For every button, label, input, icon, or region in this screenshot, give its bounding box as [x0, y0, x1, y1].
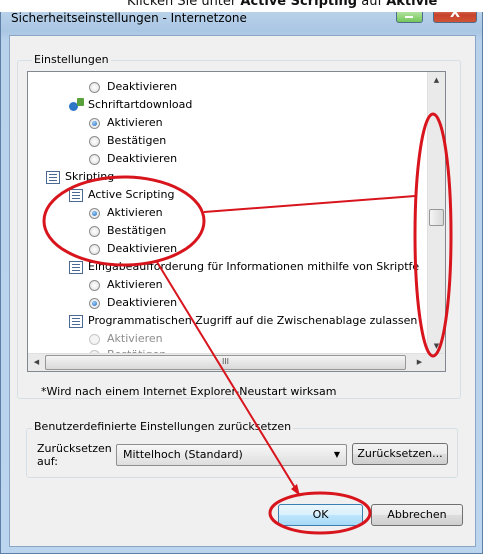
radio-button[interactable] [89, 207, 100, 219]
settings-list-icon [69, 260, 83, 274]
tree-option[interactable]: Deaktivieren [89, 240, 177, 258]
tree-category: Active Scripting [69, 186, 174, 204]
caption-bold-setting: Active Scripting [240, 0, 358, 9]
reset-label-line-1: Zurücksetzen [37, 442, 112, 455]
minimize-icon [405, 12, 413, 18]
category-label: Eingabeaufforderung für Informationen mi… [88, 260, 420, 273]
scroll-up-arrow-icon[interactable]: ▲ [428, 72, 445, 89]
settings-tree[interactable]: Deaktivieren Schriftartdownload Aktivier… [27, 71, 446, 372]
settings-group-label: Einstellungen [32, 53, 111, 66]
radio-button[interactable] [89, 243, 100, 255]
tree-option[interactable]: Aktivieren [89, 276, 163, 294]
category-label: Active Scripting [88, 188, 175, 201]
caption-bold-action: Aktivie [386, 0, 438, 9]
category-label: Skripting [65, 170, 115, 183]
horizontal-scrollbar[interactable]: ◀ III ▶ [28, 353, 445, 371]
option-label: Deaktivieren [107, 152, 178, 165]
tree-option[interactable]: Deaktivieren [89, 78, 177, 96]
radio-button[interactable] [89, 135, 100, 147]
vertical-scrollbar[interactable]: ▲ ▼ [427, 72, 445, 355]
caption-text-middle: auf [361, 0, 383, 9]
radio-button[interactable] [89, 297, 100, 309]
tree-category: Programmatischen Zugriff auf die Zwische… [69, 312, 417, 330]
option-label: Aktivieren [107, 206, 163, 219]
option-label: Bestätigen [107, 224, 167, 237]
option-label: Aktivieren [107, 278, 163, 291]
option-label: Aktivieren [107, 332, 163, 345]
reset-label-line-2: auf: [37, 455, 58, 468]
settings-list-icon [69, 314, 83, 328]
reset-button[interactable]: Zurücksetzen... [352, 443, 448, 465]
tree-option[interactable]: Deaktivieren [89, 294, 177, 312]
tree-option[interactable]: Bestätigen [89, 132, 166, 150]
selected-level: Mittelhoch (Standard) [123, 448, 243, 461]
tree-option[interactable]: Aktivieren [89, 114, 163, 132]
category-label: Schriftartdownload [88, 98, 193, 111]
tree-category: Eingabeaufforderung für Informationen mi… [69, 258, 419, 276]
reset-level-select[interactable]: Mittelhoch (Standard) ▼ [116, 444, 347, 466]
page-caption: Klicken Sie unter Active Scripting auf A… [0, 0, 483, 12]
radio-button[interactable] [89, 153, 100, 165]
option-label: Deaktivieren [107, 80, 178, 93]
tree-option[interactable]: Aktivieren [89, 330, 163, 348]
font-download-icon [69, 98, 85, 112]
radio-button[interactable] [89, 279, 100, 291]
category-label: Programmatischen Zugriff auf die Zwische… [88, 314, 418, 327]
reset-group-label: Benutzerdefinierte Einstellungen zurücks… [32, 420, 294, 433]
settings-list-icon [46, 170, 60, 184]
ok-button[interactable]: OK [278, 504, 363, 526]
settings-list-icon [69, 188, 83, 202]
chevron-down-icon: ▼ [333, 450, 340, 459]
scroll-right-arrow-icon[interactable]: ▶ [411, 354, 428, 371]
option-label: Deaktivieren [107, 242, 178, 255]
reset-level-label: Zurücksetzen auf: [37, 442, 112, 468]
tree-option[interactable]: Aktivieren [89, 204, 163, 222]
tree-option[interactable]: Bestätigen [89, 222, 166, 240]
tree-option[interactable]: Deaktivieren [89, 150, 177, 168]
option-label: Aktivieren [107, 116, 163, 129]
radio-button[interactable] [89, 225, 100, 237]
window-title: Sicherheitseinstellungen - Internetzone [11, 11, 247, 25]
tree-category: Skripting [46, 168, 114, 186]
restart-note: *Wird nach einem Internet Explorer-Neust… [41, 385, 337, 398]
radio-button[interactable] [89, 81, 100, 93]
vertical-scroll-thumb[interactable] [429, 209, 444, 226]
scroll-left-arrow-icon[interactable]: ◀ [28, 354, 45, 371]
radio-button[interactable] [89, 117, 100, 129]
radio-button[interactable] [89, 333, 100, 345]
caption-text: Klicken Sie unter [127, 0, 237, 9]
tree-category: Schriftartdownload [69, 96, 192, 114]
cancel-button[interactable]: Abbrechen [371, 504, 463, 526]
option-label: Deaktivieren [107, 296, 178, 309]
horizontal-scroll-thumb[interactable]: III [45, 355, 406, 370]
option-label: Bestätigen [107, 134, 167, 147]
